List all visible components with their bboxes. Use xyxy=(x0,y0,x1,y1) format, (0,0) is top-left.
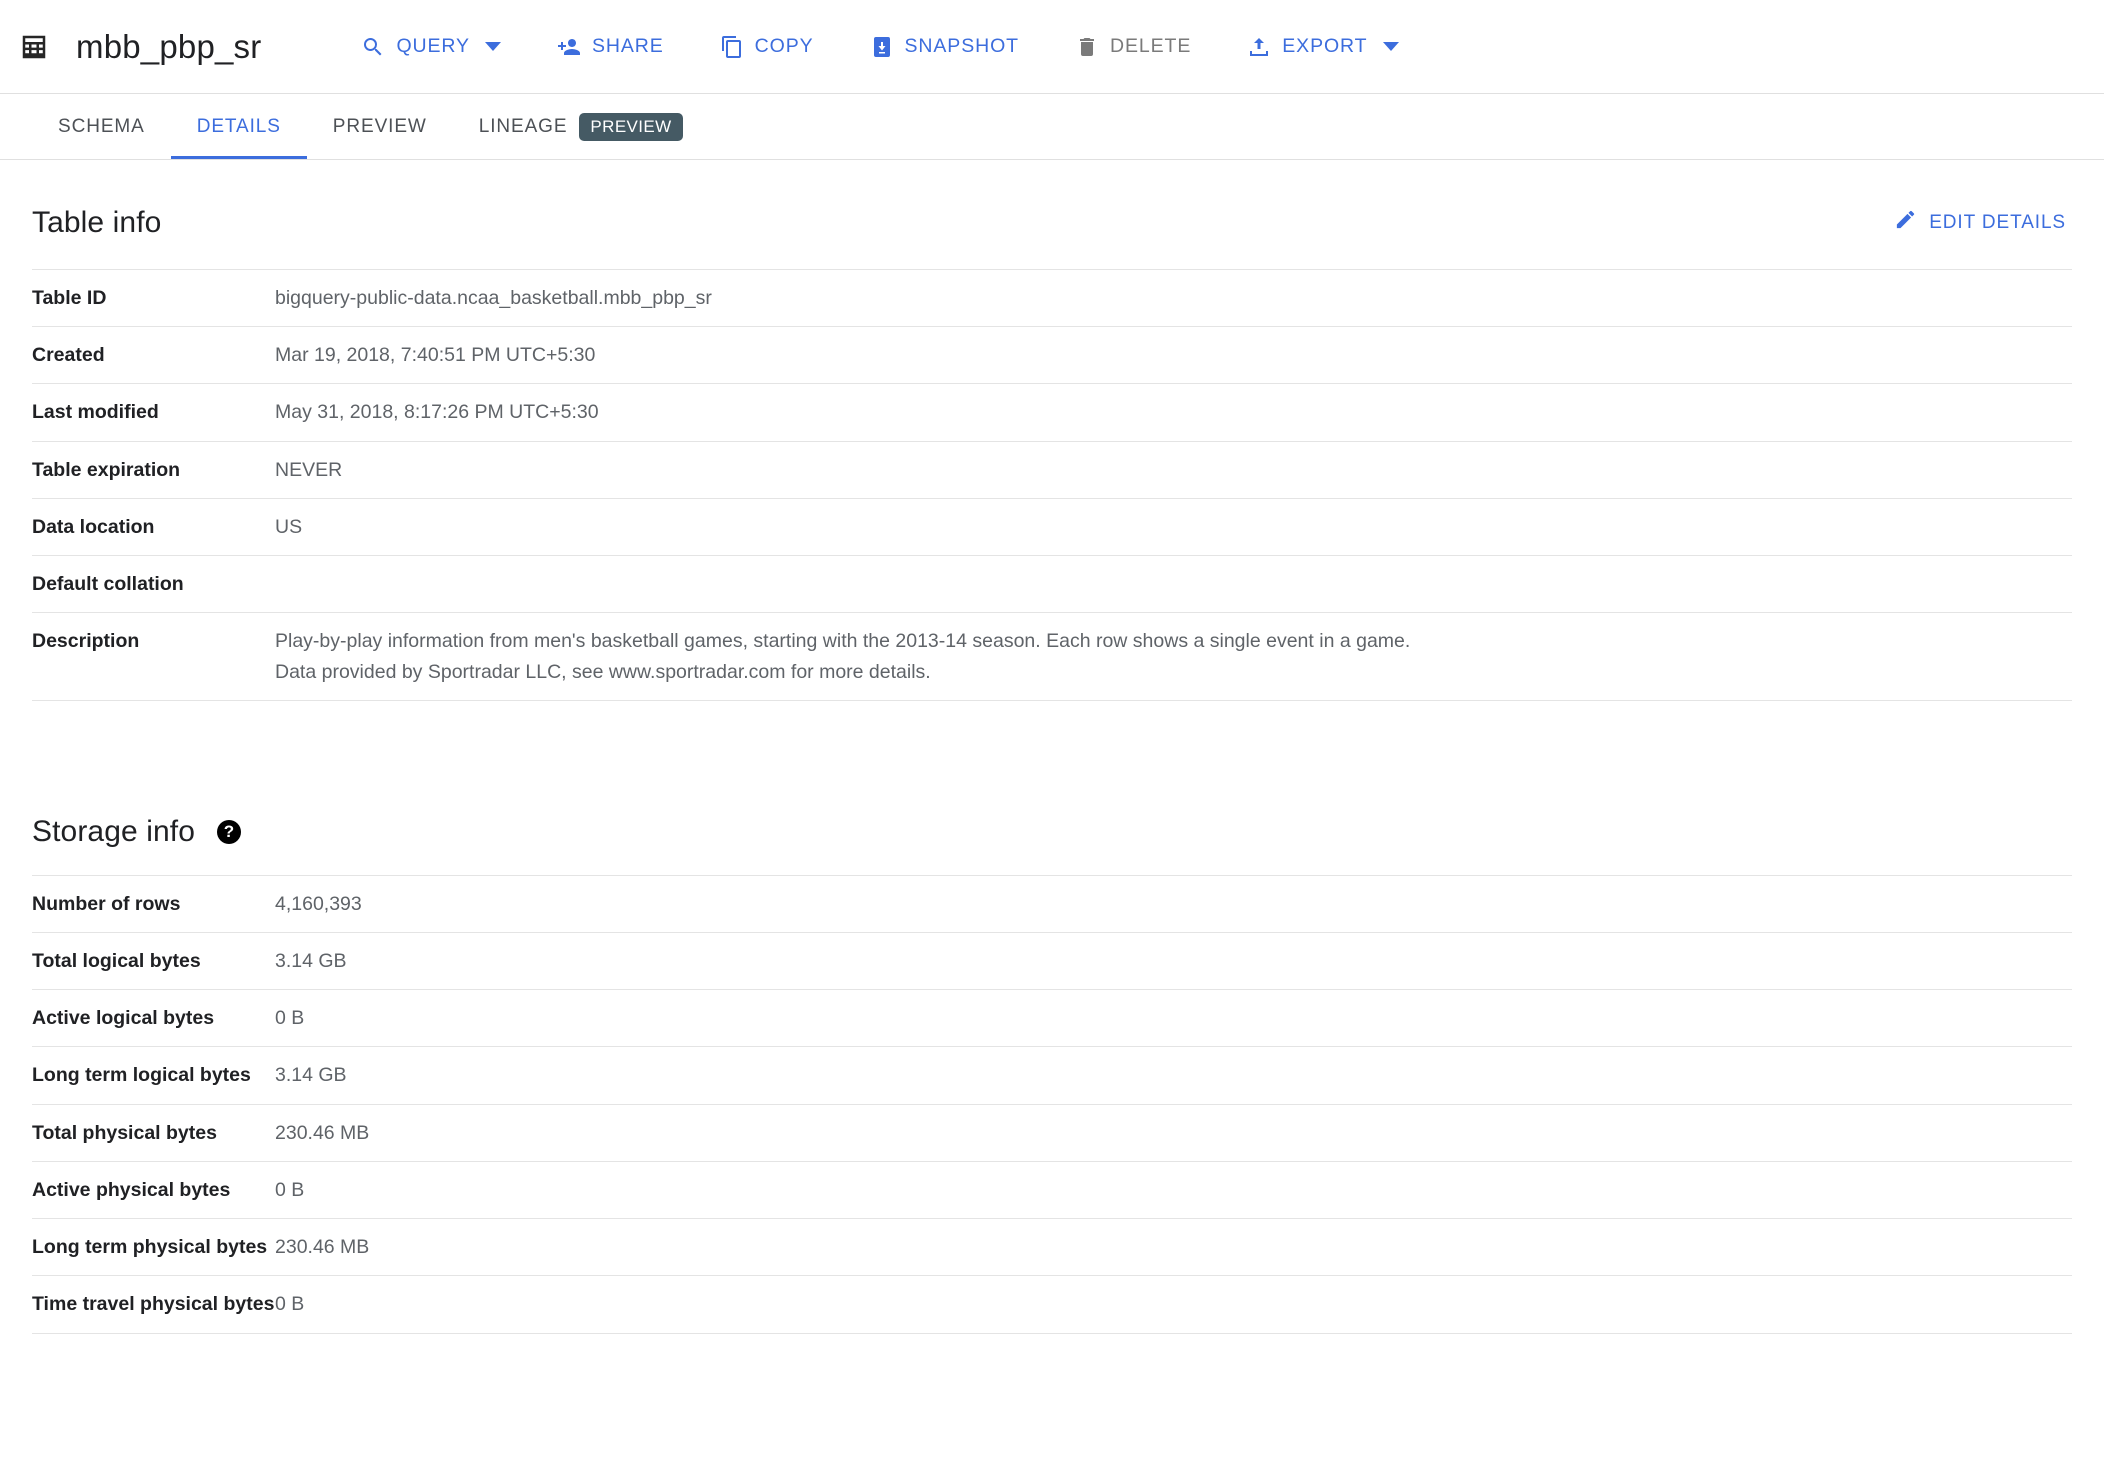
row-key: Table ID xyxy=(32,287,107,309)
row-key: Active logical bytes xyxy=(32,1007,215,1030)
storage-info-section: Storage info ? Number of rows 4,160,393 … xyxy=(32,773,2072,1334)
edit-details-button[interactable]: EDIT DETAILS xyxy=(1888,202,2072,243)
table-row: Long term logical bytes 3.14 GB xyxy=(32,1046,2072,1104)
description-line-2: Data provided by Sportradar LLC, see www… xyxy=(275,660,931,683)
row-key: Last modified xyxy=(32,401,159,424)
row-key: Total physical bytes xyxy=(32,1121,217,1144)
table-row: Active logical bytes 0 B xyxy=(32,989,2072,1047)
table-info-header: Table info EDIT DETAILS xyxy=(32,160,2072,269)
snapshot-button[interactable]: SNAPSHOT xyxy=(856,27,1033,67)
pencil-icon xyxy=(1894,208,1917,237)
table-row: Time travel physical bytes 0 B xyxy=(32,1275,2072,1333)
row-key: Long term physical bytes xyxy=(32,1236,268,1259)
tab-lineage[interactable]: LINEAGE PREVIEW xyxy=(453,94,709,159)
table-row: Total physical bytes 230.46 MB xyxy=(32,1104,2072,1161)
tab-lineage-label: LINEAGE xyxy=(478,115,568,137)
table-row: Table ID bigquery-public-data.ncaa_baske… xyxy=(32,269,2072,327)
edit-details-label: EDIT DETAILS xyxy=(1929,211,2066,233)
tab-preview[interactable]: PREVIEW xyxy=(307,94,453,159)
row-key: Total logical bytes xyxy=(32,949,201,972)
row-value: bigquery-public-data.ncaa_basketball.mbb… xyxy=(275,287,712,309)
table-row: Table expiration NEVER xyxy=(32,441,2072,498)
trash-icon xyxy=(1075,35,1099,59)
storage-info-table: Number of rows 4,160,393 Total logical b… xyxy=(32,875,2072,1334)
description-line-1: Play-by-play information from men's bask… xyxy=(275,630,1411,653)
row-value: 230.46 MB xyxy=(275,1121,370,1144)
help-icon[interactable]: ? xyxy=(216,819,241,844)
table-row: Default collation xyxy=(32,555,2072,613)
table-row: Data location US xyxy=(32,498,2072,555)
table-row: Total logical bytes 3.14 GB xyxy=(32,932,2072,989)
table-row-description: Description Play-by-play information fro… xyxy=(32,612,2072,701)
table-row: Active physical bytes 0 B xyxy=(32,1161,2072,1218)
row-value: 3.14 GB xyxy=(275,1064,347,1087)
table-row: Created Mar 19, 2018, 7:40:51 PM UTC+5:3… xyxy=(32,326,2072,384)
row-value: Play-by-play information from men's bask… xyxy=(275,613,2072,700)
tab-schema-label: SCHEMA xyxy=(58,115,145,137)
export-button-label: EXPORT xyxy=(1282,35,1368,57)
row-value: 3.14 GB xyxy=(275,949,347,972)
row-key: Time travel physical bytes xyxy=(32,1293,275,1316)
storage-info-title: Storage info ? xyxy=(32,815,241,849)
tab-details-label: DETAILS xyxy=(196,115,281,137)
preview-badge: PREVIEW xyxy=(579,112,683,141)
tab-preview-label: PREVIEW xyxy=(332,115,427,137)
row-value xyxy=(275,556,2072,613)
query-button[interactable]: QUERY xyxy=(347,27,515,67)
tab-details[interactable]: DETAILS xyxy=(170,94,307,159)
row-key: Active physical bytes xyxy=(32,1178,231,1201)
export-icon xyxy=(1247,35,1271,59)
copy-icon xyxy=(720,35,744,59)
export-button[interactable]: EXPORT xyxy=(1233,27,1412,67)
row-key: Data location xyxy=(32,515,155,538)
table-info-title: Table info xyxy=(32,205,162,239)
row-value: 4,160,393 xyxy=(275,892,362,915)
copy-button-label: COPY xyxy=(754,35,814,57)
tab-schema[interactable]: SCHEMA xyxy=(32,94,171,159)
row-key: Description xyxy=(32,630,140,653)
table-row: Number of rows 4,160,393 xyxy=(32,875,2072,932)
delete-button-label: DELETE xyxy=(1110,35,1192,57)
page-title: mbb_pbp_sr xyxy=(76,27,262,65)
table-info-table: Table ID bigquery-public-data.ncaa_baske… xyxy=(32,269,2072,701)
query-button-label: QUERY xyxy=(396,35,470,57)
tab-bar: SCHEMA DETAILS PREVIEW LINEAGE PREVIEW xyxy=(0,94,2104,160)
row-value: 230.46 MB xyxy=(275,1236,370,1259)
row-value: US xyxy=(275,515,303,538)
table-grid-icon xyxy=(14,27,54,67)
share-button-label: SHARE xyxy=(591,35,664,57)
share-button[interactable]: SHARE xyxy=(543,27,678,67)
row-value: 0 B xyxy=(275,1293,305,1316)
row-value: Mar 19, 2018, 7:40:51 PM UTC+5:30 xyxy=(275,344,596,367)
snapshot-button-label: SNAPSHOT xyxy=(904,35,1019,57)
row-key: Table expiration xyxy=(32,458,181,481)
snapshot-icon xyxy=(870,35,894,59)
row-key: Default collation xyxy=(32,573,184,596)
person-add-icon xyxy=(557,35,581,59)
toolbar: mbb_pbp_sr QUERY SHARE COPY SNAPSHOT DEL… xyxy=(0,0,2104,94)
chevron-down-icon xyxy=(1382,42,1399,51)
chevron-down-icon xyxy=(484,42,501,51)
table-row: Last modified May 31, 2018, 8:17:26 PM U… xyxy=(32,383,2072,441)
copy-button[interactable]: COPY xyxy=(706,27,828,67)
table-row: Long term physical bytes 230.46 MB xyxy=(32,1218,2072,1276)
row-key: Long term logical bytes xyxy=(32,1064,251,1087)
search-icon xyxy=(361,35,385,59)
row-key: Created xyxy=(32,344,105,367)
storage-info-header: Storage info ? xyxy=(32,773,2072,875)
toolbar-actions: QUERY SHARE COPY SNAPSHOT DELETE EXPORT xyxy=(347,27,1440,67)
row-value: May 31, 2018, 8:17:26 PM UTC+5:30 xyxy=(275,401,599,424)
row-value: 0 B xyxy=(275,1007,305,1030)
storage-info-title-text: Storage info xyxy=(32,814,195,848)
delete-button[interactable]: DELETE xyxy=(1061,27,1205,67)
details-content: Table info EDIT DETAILS Table ID bigquer… xyxy=(0,160,2104,1334)
row-value: 0 B xyxy=(275,1178,305,1201)
row-value: NEVER xyxy=(275,458,343,481)
row-key: Number of rows xyxy=(32,892,181,915)
